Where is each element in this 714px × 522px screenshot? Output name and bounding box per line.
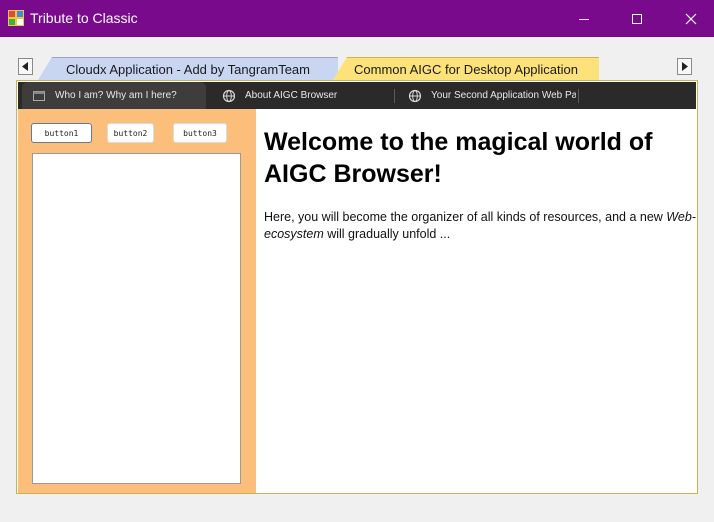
window-title: Tribute to Classic xyxy=(30,10,138,26)
minimize-icon xyxy=(579,18,589,20)
page-heading: Welcome to the magical world of AIGC Bro… xyxy=(264,128,653,188)
tab-scroll-left-button[interactable] xyxy=(18,58,33,75)
intro-paragraph: Here, you will become the organizer of a… xyxy=(264,209,696,243)
button1[interactable]: button1 xyxy=(31,123,92,143)
browser-tab-label: Who I am? Why am I here? xyxy=(55,90,177,101)
content-frame: Who I am? Why am I here? About AIGC Brow… xyxy=(16,80,698,494)
intro-text-start: Here, you will become the organizer of a… xyxy=(264,210,667,224)
list-box[interactable] xyxy=(32,153,241,484)
intro-text-end: will gradually unfold ... xyxy=(323,227,451,241)
button2[interactable]: button2 xyxy=(107,123,154,143)
caret-right-icon xyxy=(682,62,688,71)
maximize-button[interactable] xyxy=(614,0,660,37)
tab-common-aigc[interactable]: Common AIGC for Desktop Application xyxy=(333,57,599,80)
title-bar: Tribute to Classic xyxy=(0,0,714,37)
tab-scroll-right-button[interactable] xyxy=(677,58,692,75)
app-icon xyxy=(8,10,24,26)
close-icon xyxy=(685,13,697,24)
browser-tab-label: Your Second Application Web Pa xyxy=(431,90,576,101)
browser-tab-about-aigc[interactable]: About AIGC Browser xyxy=(212,82,392,109)
browser-tab-label: About AIGC Browser xyxy=(245,90,338,101)
tab-separator xyxy=(394,89,395,103)
globe-icon xyxy=(222,89,236,102)
browser-tab-who-am-i[interactable]: Who I am? Why am I here? xyxy=(22,82,206,109)
page-icon xyxy=(33,90,45,101)
caret-left-icon xyxy=(22,62,28,71)
browser-tab-bar: Who I am? Why am I here? About AIGC Brow… xyxy=(18,82,696,109)
close-button[interactable] xyxy=(668,0,714,37)
tab-separator xyxy=(578,89,579,103)
globe-icon xyxy=(408,89,422,102)
left-panel: button1 button2 button3 xyxy=(18,109,254,493)
button3[interactable]: button3 xyxy=(173,123,227,143)
maximize-icon xyxy=(632,13,642,24)
browser-tab-second-application[interactable]: Your Second Application Web Pa xyxy=(398,82,576,109)
minimize-button[interactable] xyxy=(561,0,607,37)
tab-cloudx-application[interactable]: Cloudx Application - Add by TangramTeam xyxy=(38,57,338,80)
web-content: Welcome to the magical world of AIGC Bro… xyxy=(256,109,697,493)
outer-tab-strip: Cloudx Application - Add by TangramTeam … xyxy=(0,37,714,81)
